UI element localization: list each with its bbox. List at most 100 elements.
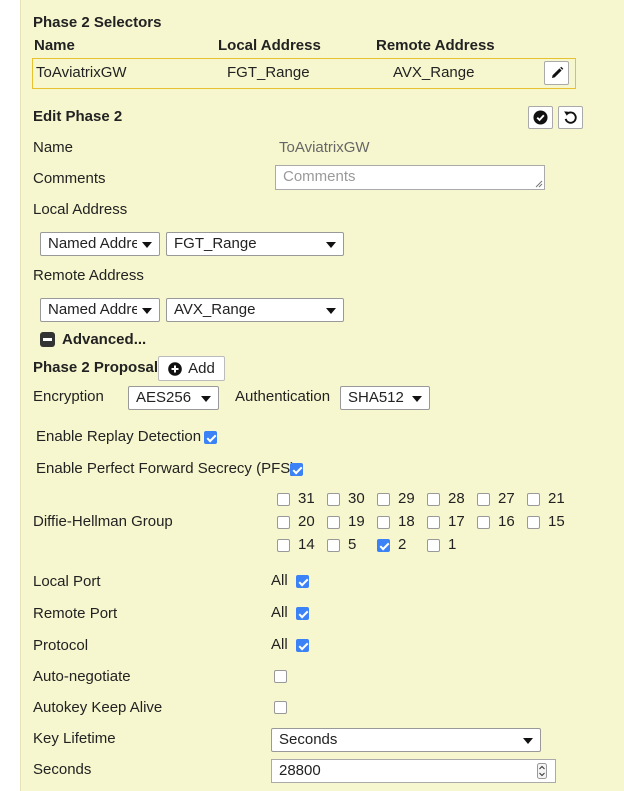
selector-local: FGT_Range [227,64,310,81]
dh-group-checkbox[interactable] [327,516,340,529]
dh-group-checkbox[interactable] [427,516,440,529]
local-address-type-select[interactable]: Named Address [40,232,160,256]
keep-alive-label: Autokey Keep Alive [33,699,163,716]
chevron-down-icon [142,242,152,248]
edit-phase2-title: Edit Phase 2 [33,108,123,125]
local-address-label: Local Address [33,201,128,218]
name-label: Name [33,139,74,156]
dh-group-value: 21 [548,490,565,507]
local-port-all-checkbox[interactable] [296,575,309,588]
dh-group-value: 15 [548,513,565,530]
dh-group-value: 30 [348,490,365,507]
authentication-select[interactable]: SHA512 [340,386,430,410]
chevron-down-icon [142,308,152,314]
pfs-checkbox[interactable] [290,463,303,476]
dh-group-checkbox[interactable] [477,493,490,506]
edit-selector-button[interactable] [544,61,569,85]
dh-group-value: 18 [398,513,415,530]
add-proposal-button[interactable]: Add [158,356,225,381]
replay-detection-checkbox[interactable] [204,431,217,444]
dh-group-checkbox[interactable] [527,516,540,529]
dh-group-value: 1 [448,536,457,553]
dh-group-checkbox[interactable] [327,539,340,552]
collapse-icon[interactable] [40,332,55,347]
key-lifetime-select[interactable]: Seconds [271,728,541,752]
protocol-label: Protocol [33,637,89,654]
local-port-value: All [271,572,288,589]
dh-group-value: 5 [348,536,357,553]
selector-remote: AVX_Range [393,64,475,81]
encryption-select[interactable]: AES256 [128,386,219,410]
dh-group-value: 2 [398,536,407,553]
col-remote-header: Remote Address [376,37,495,54]
chevron-down-icon [326,242,336,248]
auto-negotiate-checkbox[interactable] [274,670,287,683]
pfs-label: Enable Perfect Forward Secrecy (PFS) [36,460,296,477]
resize-grip-icon[interactable] [535,180,543,188]
encryption-label: Encryption [33,388,104,405]
dh-group-checkbox[interactable] [377,516,390,529]
seconds-value: 28800 [279,762,321,779]
remote-port-label: Remote Port [33,605,118,622]
auto-negotiate-label: Auto-negotiate [33,668,131,685]
chevron-down-icon [326,308,336,314]
comments-field[interactable]: Comments [275,165,545,190]
apply-button[interactable] [528,106,553,129]
selector-name: ToAviatrixGW [36,64,127,81]
dh-group-checkbox[interactable] [377,493,390,506]
key-lifetime-label: Key Lifetime [33,730,116,747]
undo-icon [564,111,577,124]
seconds-input[interactable]: 28800 [271,759,556,783]
remote-address-select[interactable]: AVX_Range [166,298,344,322]
protocol-all-checkbox[interactable] [296,639,309,652]
dh-group-label: Diffie-Hellman Group [33,513,173,530]
dh-group-checkbox[interactable] [527,493,540,506]
dh-group-checkbox[interactable] [427,539,440,552]
dh-group-value: 19 [348,513,365,530]
selectors-title: Phase 2 Selectors [33,14,162,31]
remote-address-label: Remote Address [33,267,144,284]
key-lifetime-value: Seconds [279,731,338,748]
remote-port-value: All [271,604,288,621]
local-address-select[interactable]: FGT_Range [166,232,344,256]
dh-group-checkbox[interactable] [277,516,290,529]
dh-group-value: 16 [498,513,515,530]
comments-placeholder: Comments [283,168,356,185]
dh-group-checkbox[interactable] [377,539,390,552]
plus-circle-icon [168,361,182,376]
dh-group-checkbox[interactable] [327,493,340,506]
name-value: ToAviatrixGW [279,139,370,156]
pencil-icon [551,66,563,78]
local-port-label: Local Port [33,573,101,590]
dh-group-checkbox[interactable] [427,493,440,506]
chevron-down-icon [201,396,211,402]
local-address-value: FGT_Range [174,235,257,252]
encryption-value: AES256 [136,389,192,406]
dh-group-checkbox[interactable] [477,516,490,529]
dh-group-value: 27 [498,490,515,507]
dh-group-value: 14 [298,536,315,553]
seconds-label: Seconds [33,761,92,778]
local-address-type-value: Named Address [48,235,137,252]
keep-alive-checkbox[interactable] [274,701,287,714]
check-circle-icon [533,110,548,125]
chevron-down-icon [523,738,533,744]
revert-button[interactable] [558,106,583,129]
remote-port-all-checkbox[interactable] [296,607,309,620]
dh-group-checkbox[interactable] [277,539,290,552]
advanced-toggle[interactable]: Advanced... [62,331,146,348]
dh-group-value: 29 [398,490,415,507]
col-local-header: Local Address [218,37,321,54]
remote-address-type-value: Named Address [48,301,137,318]
comments-label: Comments [33,170,106,187]
col-name-header: Name [34,37,75,54]
proposal-title: Phase 2 Proposal [33,359,159,376]
add-proposal-label: Add [188,360,215,377]
spinner-icon[interactable] [537,763,547,779]
dh-group-checkbox[interactable] [277,493,290,506]
remote-address-type-select[interactable]: Named Address [40,298,160,322]
chevron-down-icon [412,396,422,402]
authentication-value: SHA512 [348,389,404,406]
authentication-label: Authentication [235,388,331,405]
remote-address-value: AVX_Range [174,301,256,318]
